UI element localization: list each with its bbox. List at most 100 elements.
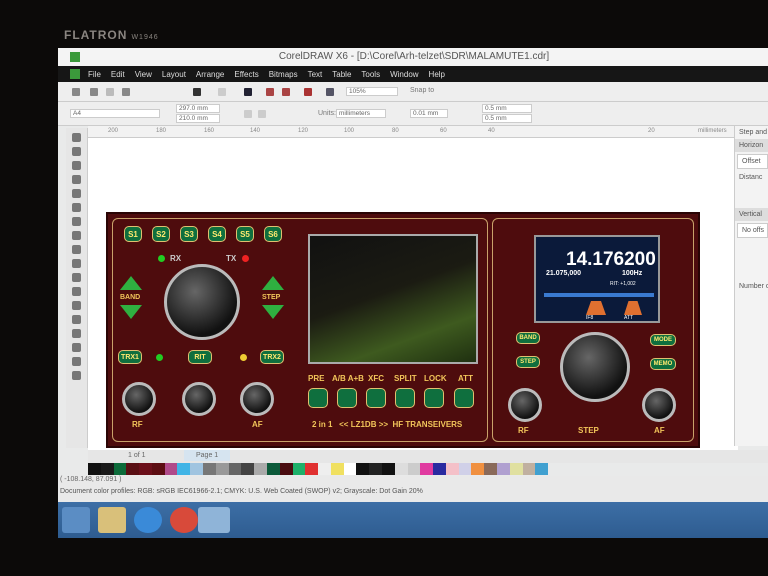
menu-help[interactable]: Help (429, 70, 445, 79)
import-icon[interactable] (244, 88, 252, 96)
export-icon[interactable] (266, 88, 274, 96)
color-swatch[interactable] (381, 463, 395, 475)
step-up-arrow-icon[interactable] (262, 276, 284, 290)
nudge-distance-field[interactable]: 0.01 mm (410, 109, 448, 118)
color-swatch[interactable] (177, 463, 191, 475)
color-swatch[interactable] (151, 463, 165, 475)
split-button[interactable] (395, 388, 415, 408)
step-down-arrow-icon[interactable] (262, 305, 284, 319)
color-swatch[interactable] (484, 463, 497, 475)
color-swatch[interactable] (279, 463, 293, 475)
s1-button[interactable]: S1 (124, 226, 142, 242)
connector-tool-icon[interactable] (72, 287, 81, 296)
memo-button[interactable]: MEMO (650, 358, 676, 370)
page-width-field[interactable]: 297.0 mm (176, 104, 220, 113)
mode-button[interactable]: MODE (650, 334, 676, 346)
text-tool-icon[interactable] (72, 259, 81, 268)
s3-button[interactable]: S3 (180, 226, 198, 242)
color-swatch[interactable] (126, 463, 140, 475)
toolbox[interactable] (66, 128, 88, 448)
right-step-button[interactable]: STEP (516, 356, 540, 368)
color-swatch[interactable] (292, 463, 306, 475)
color-swatch[interactable] (471, 463, 485, 475)
color-profile-bar[interactable]: Document color profiles: RGB: sRGB IEC61… (58, 488, 768, 500)
zoom-level-select[interactable]: 105% (346, 87, 398, 96)
menu-view[interactable]: View (135, 70, 152, 79)
color-swatch[interactable] (254, 463, 267, 475)
menu-tools[interactable]: Tools (361, 70, 380, 79)
menu-file[interactable]: File (88, 70, 101, 79)
menu-window[interactable]: Window (390, 70, 418, 79)
rf-knob[interactable] (122, 382, 156, 416)
right-band-button[interactable]: BAND (516, 332, 540, 344)
att-button[interactable] (454, 388, 474, 408)
color-swatch[interactable] (330, 463, 344, 475)
outline-pen-icon[interactable] (72, 343, 81, 352)
right-af-knob[interactable] (642, 388, 676, 422)
vertical-mode-select[interactable]: No offs (737, 223, 768, 238)
crop-tool-icon[interactable] (72, 161, 81, 170)
color-swatch[interactable] (458, 463, 472, 475)
af-knob[interactable] (240, 382, 274, 416)
pre-button[interactable] (308, 388, 328, 408)
rectangle-tool-icon[interactable] (72, 217, 81, 226)
color-swatch[interactable] (420, 463, 434, 475)
polygon-tool-icon[interactable] (72, 245, 81, 254)
menu-edit[interactable]: Edit (111, 70, 125, 79)
snap-to-dropdown[interactable]: Snap to (410, 87, 434, 94)
chrome-icon[interactable] (170, 507, 198, 533)
trx1-button[interactable]: TRX1 (118, 350, 142, 364)
color-swatch[interactable] (369, 463, 382, 475)
pick-tool-icon[interactable] (72, 133, 81, 142)
band-down-arrow-icon[interactable] (120, 305, 142, 319)
new-icon[interactable] (72, 88, 80, 96)
zoom-tool-icon[interactable] (72, 175, 81, 184)
page-height-field[interactable]: 210.0 mm (176, 114, 220, 123)
trx2-button[interactable]: TRX2 (260, 350, 284, 364)
portrait-icon[interactable] (244, 110, 252, 118)
parallel-dimension-icon[interactable] (72, 273, 81, 282)
transparency-tool-icon[interactable] (72, 315, 81, 324)
s6-button[interactable]: S6 (264, 226, 282, 242)
app-launcher-icon[interactable] (304, 88, 312, 96)
document-color-profiles[interactable]: Document color profiles: RGB: sRGB IEC61… (60, 488, 423, 495)
s2-button[interactable]: S2 (152, 226, 170, 242)
color-swatch[interactable] (113, 463, 127, 475)
color-swatch[interactable] (522, 463, 536, 475)
smart-fill-icon[interactable] (72, 203, 81, 212)
xfc-button[interactable] (366, 388, 386, 408)
duplicate-y-field[interactable]: 0.5 mm (482, 114, 532, 123)
color-swatch[interactable] (356, 463, 370, 475)
freehand-tool-icon[interactable] (72, 189, 81, 198)
lock-button[interactable] (424, 388, 444, 408)
redo-icon[interactable] (218, 88, 226, 96)
drop-shadow-icon[interactable] (72, 301, 81, 310)
duplicate-x-field[interactable]: 0.5 mm (482, 104, 532, 113)
color-swatch[interactable] (318, 463, 331, 475)
ab-button[interactable] (337, 388, 357, 408)
coreldraw-taskbar-icon[interactable] (198, 507, 230, 533)
rit-button[interactable]: RIT (188, 350, 212, 364)
color-swatch[interactable] (445, 463, 459, 475)
landscape-icon[interactable] (258, 110, 266, 118)
main-tuning-knob[interactable] (164, 264, 240, 340)
welcome-screen-icon[interactable] (326, 88, 334, 96)
color-swatch[interactable] (497, 463, 510, 475)
radio-front-panel[interactable]: S1 S2 S3 S4 S5 S6 RX TX BAND STEP TRX1 R… (106, 212, 700, 448)
color-swatch[interactable] (509, 463, 523, 475)
page-size-select[interactable]: A4 (70, 109, 160, 118)
publish-icon[interactable] (282, 88, 290, 96)
rit-knob[interactable] (182, 382, 216, 416)
color-swatch[interactable] (139, 463, 152, 475)
color-swatch[interactable] (203, 463, 216, 475)
color-palette[interactable] (88, 463, 549, 475)
horizontal-mode-select[interactable]: Offset (737, 154, 768, 169)
color-swatch[interactable] (266, 463, 280, 475)
file-explorer-icon[interactable] (98, 507, 126, 533)
eyedropper-icon[interactable] (72, 329, 81, 338)
menu-text[interactable]: Text (308, 70, 323, 79)
s4-button[interactable]: S4 (208, 226, 226, 242)
color-swatch[interactable] (305, 463, 319, 475)
color-swatch[interactable] (215, 463, 229, 475)
save-icon[interactable] (106, 88, 114, 96)
